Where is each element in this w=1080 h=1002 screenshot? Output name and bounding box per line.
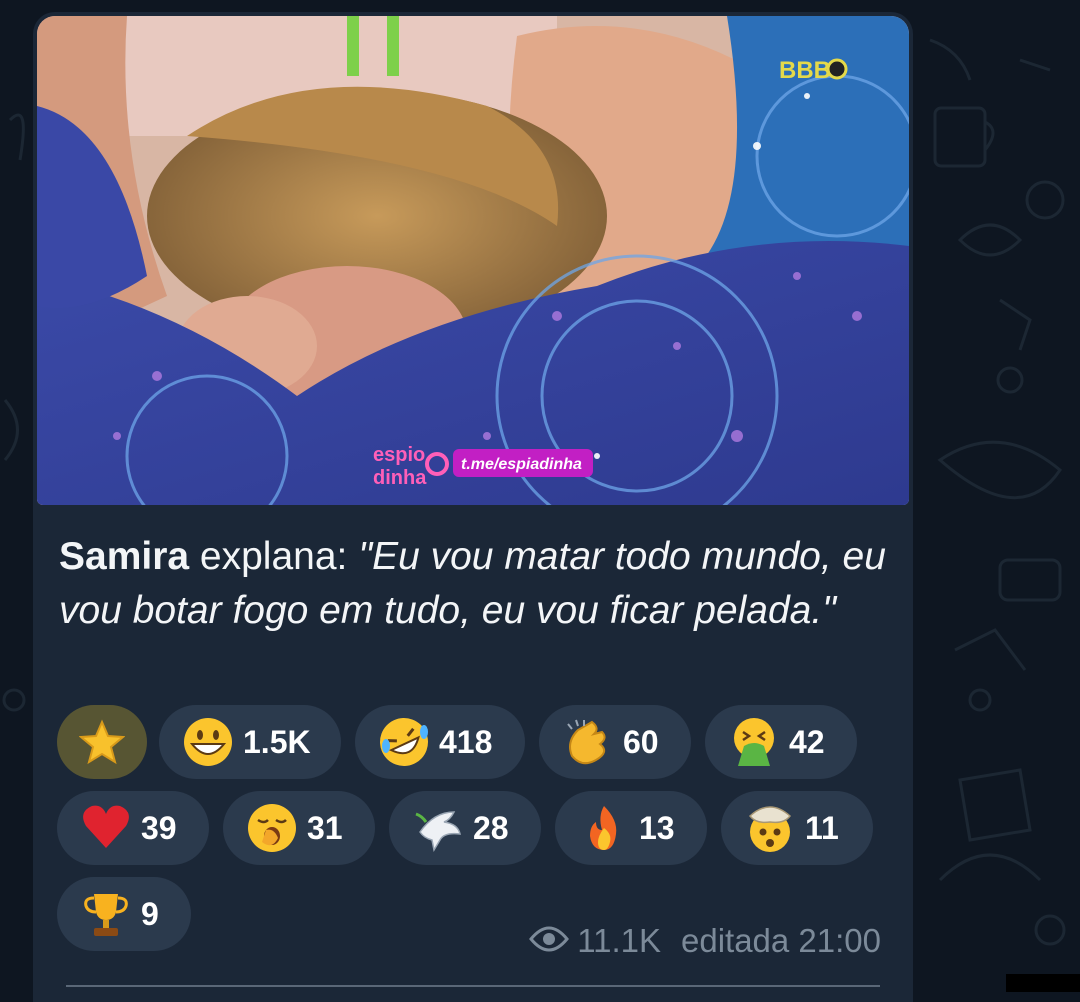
photo-illustration: BBB espio dinha t.me/espiadinha <box>37 16 909 505</box>
vomiting-face-icon <box>727 715 781 769</box>
trophy-icon <box>79 887 133 941</box>
channel-post-bubble[interactable]: BBB espio dinha t.me/espiadinha Samira e… <box>33 12 913 1002</box>
reaction-clapping-hands[interactable]: 60 <box>539 705 691 779</box>
bbb-watermark: BBB <box>779 57 831 84</box>
red-heart-icon <box>79 801 133 855</box>
star-icon <box>75 715 129 769</box>
fire-icon <box>577 801 631 855</box>
reaction-rolling-laughing[interactable]: 418 <box>355 705 525 779</box>
yawning-face-icon <box>245 801 299 855</box>
reaction-star-chosen[interactable] <box>57 705 147 779</box>
exploding-head-icon <box>743 801 797 855</box>
reaction-count: 28 <box>473 810 509 847</box>
reaction-count: 60 <box>623 724 659 761</box>
post-photo[interactable]: BBB espio dinha t.me/espiadinha <box>37 16 909 505</box>
reaction-count: 39 <box>141 810 177 847</box>
reaction-vomiting-face[interactable]: 42 <box>705 705 857 779</box>
corner-overlay <box>1006 974 1080 992</box>
reaction-count: 13 <box>639 810 675 847</box>
caption-verb: explana: <box>189 535 358 578</box>
caption-sender-name: Samira <box>59 535 189 578</box>
reaction-red-heart[interactable]: 39 <box>57 791 209 865</box>
rolling-laughing-face-icon <box>377 715 431 769</box>
grinning-face-icon <box>181 715 235 769</box>
espiadinha-logo-bottom: dinha <box>373 467 427 489</box>
clapping-hands-icon <box>561 715 615 769</box>
edited-timestamp: editada 21:00 <box>681 922 881 960</box>
eye-icon <box>529 922 569 960</box>
reaction-yawning-face[interactable]: 31 <box>223 791 375 865</box>
dove-icon <box>411 801 465 855</box>
reaction-count: 11 <box>805 810 839 847</box>
post-meta: 11.1K editada 21:00 <box>529 922 881 960</box>
reaction-count: 42 <box>789 724 825 761</box>
reaction-count: 9 <box>141 896 159 933</box>
reaction-exploding-head[interactable]: 11 <box>721 791 873 865</box>
input-area-divider <box>66 985 880 987</box>
reaction-grinning-face[interactable]: 1.5K <box>159 705 341 779</box>
post-caption: Samira explana: "Eu vou matar todo mundo… <box>59 530 889 638</box>
reaction-count: 31 <box>307 810 343 847</box>
view-count: 11.1K <box>577 922 661 960</box>
reaction-dove[interactable]: 28 <box>389 791 541 865</box>
espiadinha-logo-top: espio <box>373 444 425 466</box>
reaction-trophy[interactable]: 9 <box>57 877 191 951</box>
reaction-count: 1.5K <box>243 724 311 761</box>
reaction-fire[interactable]: 13 <box>555 791 707 865</box>
reaction-count: 418 <box>439 724 492 761</box>
watermark-link-text: t.me/espiadinha <box>461 456 582 473</box>
